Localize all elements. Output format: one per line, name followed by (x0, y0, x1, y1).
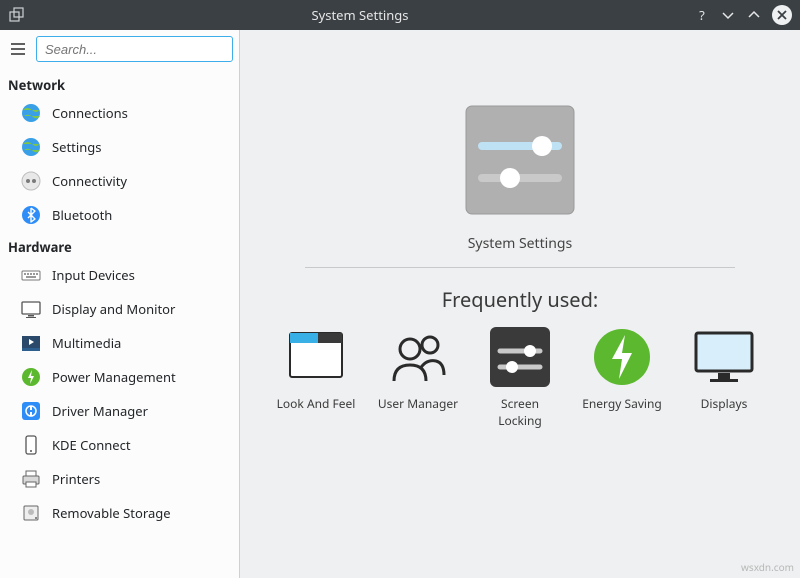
freq-item-label: Displays (701, 395, 748, 412)
freq-item-look-and-feel[interactable]: Look And Feel (275, 325, 357, 412)
freq-item-user-manager[interactable]: User Manager (377, 325, 459, 412)
frequently-used-heading: Frequently used: (442, 286, 598, 313)
sidebar-item-label: Multimedia (52, 334, 121, 352)
sidebar-item-label: Driver Manager (52, 402, 148, 420)
titlebar: System Settings ? (0, 0, 800, 30)
sidebar: Network Connections Settings Connectivit… (0, 30, 240, 578)
power-icon (20, 366, 42, 388)
freq-item-label: User Manager (378, 395, 458, 412)
sidebar-item-connectivity[interactable]: Connectivity (0, 164, 239, 198)
driver-icon (20, 400, 42, 422)
sidebar-item-display-monitor[interactable]: Display and Monitor (0, 292, 239, 326)
divider (305, 267, 735, 268)
sidebar-item-label: KDE Connect (52, 436, 131, 454)
sidebar-item-bluetooth[interactable]: Bluetooth (0, 198, 239, 232)
globe-icon (20, 136, 42, 158)
sidebar-item-printers[interactable]: Printers (0, 462, 239, 496)
freq-item-label: Energy Saving (582, 395, 662, 412)
window-controls: ? (694, 5, 792, 25)
sidebar-item-connections[interactable]: Connections (0, 96, 239, 130)
sidebar-item-label: Bluetooth (52, 206, 112, 224)
sidebar-item-label: Printers (52, 470, 100, 488)
main-panel: System Settings Frequently used: Look An… (240, 30, 800, 578)
sidebar-item-label: Input Devices (52, 266, 135, 284)
sidebar-item-settings[interactable]: Settings (0, 130, 239, 164)
phone-icon (20, 434, 42, 456)
sidebar-item-kde-connect[interactable]: KDE Connect (0, 428, 239, 462)
freq-item-label: Look And Feel (277, 395, 356, 412)
search-input[interactable] (36, 36, 233, 62)
sidebar-item-removable-storage[interactable]: Removable Storage (0, 496, 239, 530)
sidebar-group-network: Network (0, 70, 239, 96)
monitor-icon (20, 298, 42, 320)
users-icon (386, 325, 450, 389)
minimize-button[interactable] (720, 7, 736, 23)
sidebar-item-label: Connectivity (52, 172, 127, 190)
bluetooth-icon (20, 204, 42, 226)
hero-title: System Settings (468, 234, 572, 253)
printer-icon (20, 468, 42, 490)
connectivity-icon (20, 170, 42, 192)
sidebar-item-label: Connections (52, 104, 128, 122)
freq-item-screen-locking[interactable]: Screen Locking (479, 325, 561, 429)
help-button[interactable]: ? (694, 7, 710, 23)
sidebar-group-hardware: Hardware (0, 232, 239, 258)
sidebar-item-label: Removable Storage (52, 504, 171, 522)
sidebar-item-label: Power Management (52, 368, 176, 386)
drive-icon (20, 502, 42, 524)
maximize-button[interactable] (746, 7, 762, 23)
freq-item-energy-saving[interactable]: Energy Saving (581, 325, 663, 412)
sidebar-item-label: Display and Monitor (52, 300, 175, 318)
hamburger-button[interactable] (6, 37, 30, 61)
frequently-used-row: Look And Feel User Manager (275, 325, 765, 429)
close-button[interactable] (772, 5, 792, 25)
window-title: System Settings (26, 6, 694, 24)
app-icon (8, 6, 26, 24)
keyboard-icon (20, 264, 42, 286)
freq-item-displays[interactable]: Displays (683, 325, 765, 412)
energy-icon (590, 325, 654, 389)
sliders-dark-icon (488, 325, 552, 389)
sidebar-item-label: Settings (52, 138, 101, 156)
freq-item-label: Screen Locking (479, 395, 561, 429)
window-theme-icon (284, 325, 348, 389)
watermark: wsxdn.com (741, 560, 794, 574)
multimedia-icon (20, 332, 42, 354)
sidebar-item-multimedia[interactable]: Multimedia (0, 326, 239, 360)
sidebar-item-driver-manager[interactable]: Driver Manager (0, 394, 239, 428)
system-settings-hero-icon (460, 100, 580, 220)
display-big-icon (692, 325, 756, 389)
sidebar-item-power-management[interactable]: Power Management (0, 360, 239, 394)
globe-icon (20, 102, 42, 124)
sidebar-item-input-devices[interactable]: Input Devices (0, 258, 239, 292)
